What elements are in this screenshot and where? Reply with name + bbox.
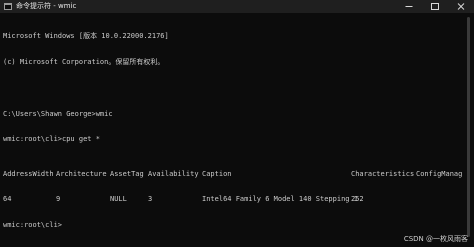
column-header: Characteristics — [351, 169, 415, 178]
minimize-button[interactable] — [396, 0, 422, 13]
terminal-icon — [4, 3, 12, 10]
column-header: ConfigManage — [416, 169, 462, 178]
command-prompt-window: 命令提示符 - wmic Microsoft Windows [版本 10.0.… — [0, 0, 474, 247]
close-icon — [457, 3, 465, 10]
vertical-scrollbar[interactable] — [462, 13, 474, 247]
table-cell: 252 — [351, 195, 364, 204]
table-cell: Intel64 Family 6 Model 140 Stepping 1 — [202, 195, 358, 204]
maximize-icon — [431, 3, 439, 10]
command-prompt: wmic:root\cli> — [3, 221, 63, 230]
column-header: Caption — [202, 169, 232, 178]
console-line: C:\Users\Shawn George>wmic — [3, 109, 113, 118]
column-header: AssetTag — [110, 169, 144, 178]
column-header: Architecture — [56, 169, 107, 178]
console-line: Microsoft Windows [版本 10.0.22000.2176] — [3, 32, 169, 41]
title-bar[interactable]: 命令提示符 - wmic — [0, 0, 474, 13]
console-line: (c) Microsoft Corporation。保留所有权利。 — [3, 57, 165, 66]
column-header: AddressWidth — [3, 169, 54, 178]
close-button[interactable] — [448, 0, 474, 13]
window-title: 命令提示符 - wmic — [16, 2, 77, 10]
cpu-table-row: 64 9 NULL 3 Intel64 Family 6 Model 140 S… — [3, 195, 462, 204]
console-output[interactable]: Microsoft Windows [版本 10.0.22000.2176] (… — [0, 13, 462, 247]
maximize-button[interactable] — [422, 0, 448, 13]
column-header: Availability — [148, 169, 199, 178]
table-cell: 9 — [56, 195, 61, 204]
table-cell: NULL — [110, 195, 127, 204]
table-cell: 64 — [3, 195, 12, 204]
watermark: CSDN @一枚风雨客 — [403, 235, 468, 243]
cpu-table-header-row: AddressWidth Architecture AssetTag Avail… — [3, 170, 462, 179]
minimize-icon — [405, 6, 413, 7]
console-line: wmic:root\cli>cpu get * — [3, 135, 100, 144]
table-cell: 3 — [148, 195, 153, 204]
scrollbar-thumb[interactable] — [467, 17, 470, 237]
